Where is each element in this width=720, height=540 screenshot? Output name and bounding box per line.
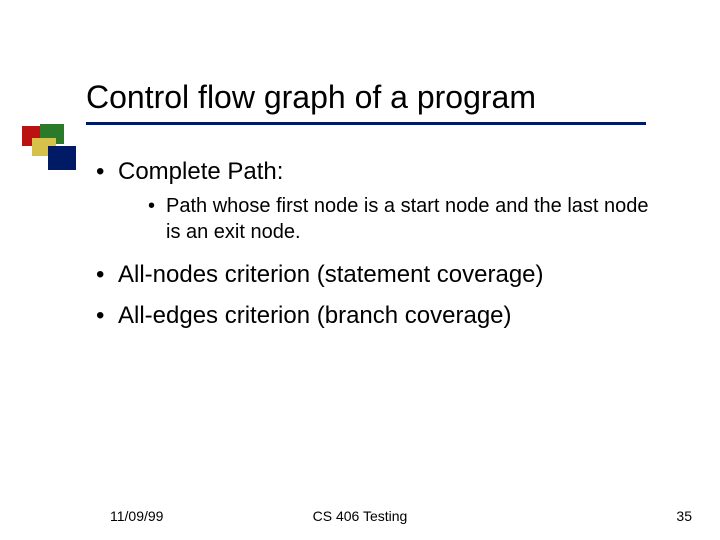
bullet-list: Complete Path: Path whose first node is … [96,156,656,332]
footer-date: 11/09/99 [110,508,163,524]
bullet-item: All-edges criterion (branch coverage) [96,300,656,331]
footer-course: CS 406 Testing [0,508,720,524]
sub-bullet-list: Path whose first node is a start node an… [148,193,656,245]
title-region: Control flow graph of a program [86,78,666,125]
bullet-item: All-nodes criterion (statement coverage) [96,259,656,290]
title-divider [86,122,646,125]
bullet-text: All-nodes criterion (statement coverage) [118,261,544,288]
bullet-text: All-edges criterion (branch coverage) [118,302,512,329]
slide: Control flow graph of a program Complete… [0,0,720,540]
sub-bullet-text: Path whose first node is a start node an… [166,195,649,243]
bullet-text: Complete Path: [118,158,283,185]
bullet-item: Complete Path: Path whose first node is … [96,156,656,245]
logo-squares-icon [22,124,82,176]
footer-page-number: 35 [676,508,692,524]
slide-body: Complete Path: Path whose first node is … [96,156,656,342]
logo-blue-square [48,146,76,170]
slide-title: Control flow graph of a program [86,78,666,116]
slide-footer: 11/09/99 CS 406 Testing 35 [0,508,720,524]
sub-bullet-item: Path whose first node is a start node an… [148,193,656,245]
